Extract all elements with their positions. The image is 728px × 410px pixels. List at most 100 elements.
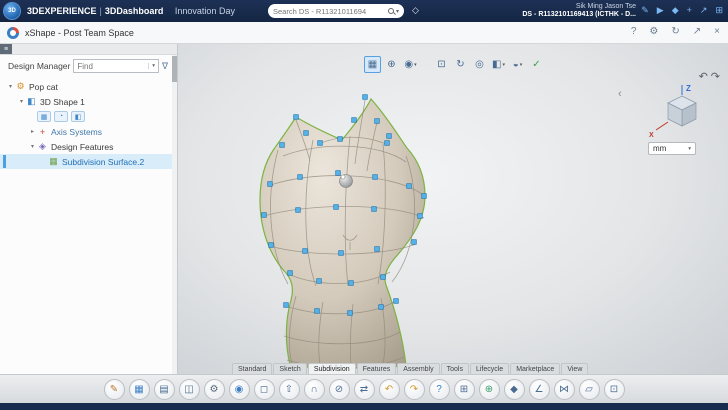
expander-icon[interactable]: ▾ xyxy=(6,83,15,90)
tree-item-subdivision-surface-2[interactable]: ▦Subdivision Surface.2 xyxy=(0,154,177,169)
control-point[interactable] xyxy=(348,311,353,316)
search-input[interactable] xyxy=(273,7,386,16)
settings-gear-icon[interactable]: ⚙ xyxy=(649,26,658,37)
control-point[interactable] xyxy=(303,249,308,254)
save-icon[interactable]: ▤ xyxy=(154,379,175,400)
control-point[interactable] xyxy=(363,95,368,100)
section-icon[interactable]: ◧▾ xyxy=(490,56,507,73)
view-cube[interactable]: Z X xyxy=(646,82,708,142)
control-point[interactable] xyxy=(412,240,417,245)
control-point[interactable] xyxy=(296,208,301,213)
help-icon[interactable]: ? xyxy=(631,26,637,37)
bridge-tool-icon[interactable]: ∩ xyxy=(304,379,325,400)
tree-item-axis-systems[interactable]: ▸+Axis Systems xyxy=(0,124,177,139)
control-point[interactable] xyxy=(338,137,343,142)
sphere-tool-icon[interactable]: ◉ xyxy=(229,379,250,400)
tag-icon[interactable]: ◇ xyxy=(412,5,419,16)
tab-features[interactable]: Features xyxy=(357,363,397,374)
control-point[interactable] xyxy=(375,247,380,252)
3ds-logo[interactable]: 3D xyxy=(3,2,21,20)
tab-sketch[interactable]: Sketch xyxy=(273,363,306,374)
gear-icon[interactable]: ⚙ xyxy=(204,379,225,400)
control-point[interactable] xyxy=(385,141,390,146)
surface-patch-icon[interactable]: ▦ xyxy=(129,379,150,400)
play-icon[interactable]: ▶ xyxy=(657,5,664,16)
tab-view[interactable]: View xyxy=(561,363,588,374)
sketch-tool-icon[interactable]: ✎ xyxy=(104,379,125,400)
share-icon[interactable]: ↗ xyxy=(700,5,708,16)
control-point[interactable] xyxy=(284,303,289,308)
search-caret-icon[interactable]: ▾ xyxy=(396,8,399,15)
control-point[interactable] xyxy=(280,143,285,148)
control-point[interactable] xyxy=(375,119,380,124)
symmetry-tool-icon[interactable]: ⇄ xyxy=(354,379,375,400)
refresh-icon[interactable]: ↻ xyxy=(452,56,469,73)
cut-tool-icon[interactable]: ⊘ xyxy=(329,379,350,400)
control-point[interactable] xyxy=(318,141,323,146)
apps-icon[interactable]: ⊞ xyxy=(454,379,475,400)
validate-check-icon[interactable]: ✓ xyxy=(528,56,545,73)
control-point[interactable] xyxy=(334,205,339,210)
control-point[interactable] xyxy=(407,184,412,189)
find-box[interactable]: ▾ xyxy=(73,59,159,73)
control-point[interactable] xyxy=(262,213,267,218)
help-icon[interactable]: ? xyxy=(429,379,450,400)
control-point[interactable] xyxy=(304,131,309,136)
space-name[interactable]: Innovation Day xyxy=(175,6,235,16)
crease-tool-icon[interactable]: ∠ xyxy=(529,379,550,400)
redo-icon[interactable]: ↷ xyxy=(404,379,425,400)
tab-assembly[interactable]: Assembly xyxy=(397,363,439,374)
control-point[interactable] xyxy=(339,251,344,256)
user-block[interactable]: Sik Ming Jason Tse DS - R1132101169413 (… xyxy=(522,3,636,19)
control-point[interactable] xyxy=(373,175,378,180)
align-tool-icon[interactable]: ▱ xyxy=(579,379,600,400)
find-input[interactable] xyxy=(77,62,146,71)
control-point[interactable] xyxy=(288,271,293,276)
weld-tool-icon[interactable]: ◆ xyxy=(504,379,525,400)
box-tool-icon[interactable]: ◻ xyxy=(254,379,275,400)
find-caret-icon[interactable]: ▾ xyxy=(148,63,155,69)
tab-subdivision[interactable]: Subdivision xyxy=(308,363,356,374)
expander-icon[interactable]: ▾ xyxy=(28,143,37,150)
split-view-icon[interactable]: ▦ xyxy=(364,56,381,73)
globe-render-icon[interactable]: ⊕ xyxy=(383,56,400,73)
control-point[interactable] xyxy=(269,243,274,248)
panel-scrollbar[interactable] xyxy=(172,55,177,374)
primitives-icon[interactable]: ◫ xyxy=(179,379,200,400)
units-dropdown[interactable]: mm ▾ xyxy=(648,142,696,155)
collapse-chevron-icon[interactable]: ‹ xyxy=(618,88,622,100)
control-point[interactable] xyxy=(268,182,273,187)
control-point[interactable] xyxy=(394,299,399,304)
control-point[interactable] xyxy=(349,281,354,286)
control-point[interactable] xyxy=(315,309,320,314)
control-point[interactable] xyxy=(422,194,427,199)
apps-grid-icon[interactable]: ⊞ xyxy=(715,5,723,16)
control-point[interactable] xyxy=(336,171,341,176)
frame-tool-icon[interactable]: ⊡ xyxy=(604,379,625,400)
expander-icon[interactable]: ▸ xyxy=(28,128,37,135)
sync-icon[interactable]: ↻ xyxy=(671,26,679,37)
global-search[interactable]: ▾ xyxy=(268,4,404,18)
tab-tools[interactable]: Tools xyxy=(441,363,469,374)
add-icon[interactable]: + xyxy=(687,5,692,16)
tree-item-3d-shape-1[interactable]: ▾◧3D Shape 1 xyxy=(0,94,177,109)
panel-menu-icon[interactable]: ≡ xyxy=(0,44,12,54)
control-point[interactable] xyxy=(294,115,299,120)
rep-badge-2[interactable]: ◔ xyxy=(54,111,68,122)
control-point[interactable] xyxy=(372,207,377,212)
visibility-icon[interactable]: ◉▾ xyxy=(402,56,419,73)
app-name[interactable]: 3DDashboard xyxy=(105,6,164,16)
rep-badge-1[interactable]: ▦ xyxy=(37,111,51,122)
control-point[interactable] xyxy=(379,305,384,310)
expander-icon[interactable]: ▾ xyxy=(17,98,26,105)
rep-badge-3[interactable]: ◧ xyxy=(71,111,85,122)
compass-icon[interactable] xyxy=(7,27,19,39)
control-point[interactable] xyxy=(381,275,386,280)
compass-icon[interactable]: ◆ xyxy=(672,5,679,16)
control-point[interactable] xyxy=(352,118,357,123)
share-icon[interactable]: ↗ xyxy=(693,26,701,37)
pencil-icon[interactable]: ✎ xyxy=(641,5,649,16)
orbit-right-icon[interactable]: ↷ xyxy=(711,70,720,83)
tree-item-pop-cat[interactable]: ▾⚙Pop cat xyxy=(0,79,177,94)
filter-funnel-icon[interactable]: ∇ xyxy=(162,61,168,72)
